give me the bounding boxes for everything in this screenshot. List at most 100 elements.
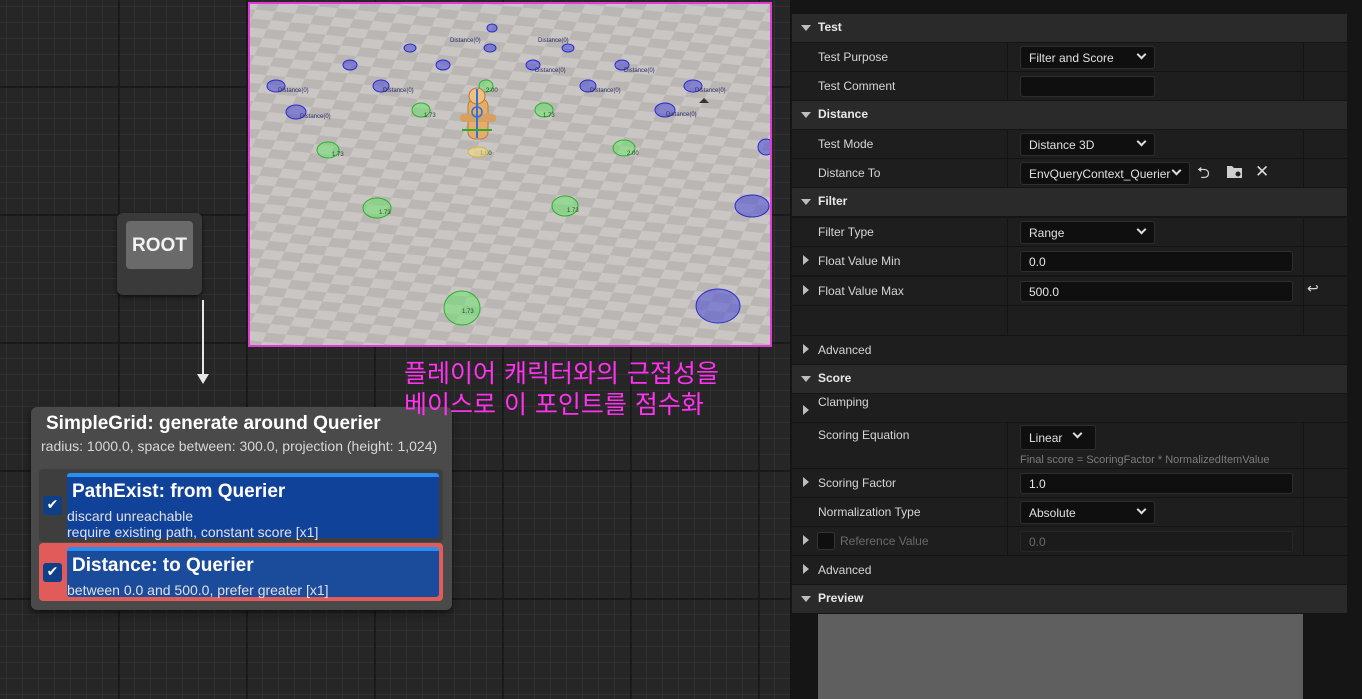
expand-arrow-icon[interactable] xyxy=(803,535,809,545)
test-description: between 0.0 and 500.0, prefer greater [x… xyxy=(67,582,329,598)
marker-label: Distance(0) xyxy=(535,68,566,74)
test-node-distance[interactable]: ✔ Distance: to Querier between 0.0 and 5… xyxy=(39,543,443,601)
score-label: 1.73 xyxy=(462,309,474,315)
prop-test-mode: Test Mode Distance 3D xyxy=(792,130,1347,159)
section-advanced-score[interactable]: Advanced xyxy=(792,556,1347,585)
marker-label: Distance(0) xyxy=(278,88,309,94)
test-enabled-checkbox[interactable]: ✔ xyxy=(43,496,62,515)
reference-value-checkbox[interactable] xyxy=(817,532,835,550)
prop-test-purpose: Test Purpose Filter and Score xyxy=(792,43,1347,72)
score-label: 2.00 xyxy=(486,88,498,94)
clear-x-icon[interactable]: ✕ xyxy=(1255,162,1269,182)
test-comment-input[interactable] xyxy=(1020,76,1155,97)
connection-arrow-icon xyxy=(197,374,209,384)
marker-label: Distance(0) xyxy=(538,38,569,44)
collapse-arrow-icon[interactable] xyxy=(801,376,811,382)
prop-label: Test Purpose xyxy=(818,50,889,64)
float-min-input[interactable]: 0.0 xyxy=(1020,251,1293,272)
chevron-down-icon xyxy=(1171,165,1182,176)
back-arrow-icon[interactable]: ⮌ xyxy=(1197,162,1210,189)
score-preview-graph xyxy=(818,614,1303,699)
preview-viewport[interactable]: Distance(0) Distance(0) Distance(0) Dist… xyxy=(248,2,772,347)
distance-to-dropdown[interactable]: EnvQueryContext_Querier xyxy=(1020,162,1190,185)
prop-label: Float Value Max xyxy=(818,284,904,298)
prop-test-comment: Test Comment xyxy=(792,72,1347,101)
section-distance[interactable]: Distance xyxy=(792,101,1347,130)
prop-float-max: Float Value Max 500.0 ↩ xyxy=(792,277,1347,306)
connection-wire xyxy=(202,300,204,376)
checkmark-icon: ✔ xyxy=(46,564,59,580)
generator-title: SimpleGrid: generate around Querier xyxy=(46,413,381,434)
prop-scoring-factor: Scoring Factor 1.0 xyxy=(792,469,1347,498)
annotation-line: 베이스로 이 포인트를 점수화 xyxy=(404,390,704,419)
generator-subtitle: radius: 1000.0, space between: 300.0, pr… xyxy=(41,438,438,454)
prop-label: Filter Type xyxy=(818,225,874,239)
section-label: Score xyxy=(818,371,852,385)
section-label: Distance xyxy=(818,107,869,121)
test-node-body[interactable]: PathExist: from Querier discard unreacha… xyxy=(67,473,439,540)
dropdown-value: Linear xyxy=(1029,431,1063,445)
prop-label: Distance To xyxy=(818,166,881,180)
chevron-down-icon xyxy=(1136,49,1147,60)
collapse-arrow-icon[interactable] xyxy=(801,25,811,31)
test-mode-dropdown[interactable]: Distance 3D xyxy=(1020,133,1155,156)
dropdown-value: Absolute xyxy=(1029,506,1076,520)
prop-label: Scoring Equation xyxy=(818,428,910,442)
test-purpose-dropdown[interactable]: Filter and Score xyxy=(1020,46,1155,69)
dropdown-value: Filter and Score xyxy=(1029,51,1114,65)
scoring-factor-input[interactable]: 1.0 xyxy=(1020,473,1293,494)
marker-label: Distance(0) xyxy=(383,88,414,94)
marker-label: Distance(0) xyxy=(450,38,481,44)
prop-label: Float Value Min xyxy=(818,254,901,268)
expand-arrow-icon[interactable] xyxy=(803,255,809,265)
prop-label: Test Mode xyxy=(818,137,874,151)
empty-row xyxy=(792,306,1347,336)
collapse-arrow-icon[interactable] xyxy=(801,112,811,118)
prop-label: Reference Value xyxy=(840,534,929,548)
expand-arrow-icon[interactable] xyxy=(803,477,809,487)
viewport-scene: Distance(0) Distance(0) Distance(0) Dist… xyxy=(250,4,770,345)
test-node-pathexist[interactable]: ✔ PathExist: from Querier discard unreac… xyxy=(39,469,443,542)
marker-label: Distance(0) xyxy=(666,112,697,118)
reset-arrow-icon[interactable]: ↩ xyxy=(1307,281,1319,297)
prop-distance-to: Distance To EnvQueryContext_Querier ⮌ ✕ xyxy=(792,159,1347,188)
browse-folder-icon[interactable] xyxy=(1226,163,1243,183)
prop-label: Scoring Factor xyxy=(818,476,897,490)
collapse-arrow-icon[interactable] xyxy=(801,596,811,602)
float-max-input[interactable]: 500.0 xyxy=(1020,281,1293,302)
section-label: Filter xyxy=(818,194,848,208)
chevron-down-icon xyxy=(1136,504,1147,515)
collapse-arrow-icon[interactable] xyxy=(801,199,811,205)
section-label: Test xyxy=(818,20,842,34)
section-preview[interactable]: Preview xyxy=(792,585,1347,614)
expand-arrow-icon[interactable] xyxy=(803,405,809,415)
prop-label: Test Comment xyxy=(818,79,896,93)
prop-normalization-type: Normalization Type Absolute xyxy=(792,498,1347,527)
root-node[interactable]: ROOT xyxy=(117,213,202,295)
dropdown-value: Distance 3D xyxy=(1029,138,1095,152)
annotation-line: 플레이어 캐릭터와의 근접성을 xyxy=(404,359,719,388)
prop-label: Clamping xyxy=(818,395,869,409)
score-label: 1.73 xyxy=(567,208,579,214)
score-label: 1.73 xyxy=(424,113,436,119)
dropdown-value: EnvQueryContext_Querier xyxy=(1029,167,1171,181)
scoring-equation-dropdown[interactable]: Linear xyxy=(1020,425,1096,450)
generator-node[interactable]: SimpleGrid: generate around Querier radi… xyxy=(31,407,452,610)
expand-arrow-icon[interactable] xyxy=(803,564,809,574)
expand-arrow-icon[interactable] xyxy=(803,344,809,354)
expand-arrow-icon[interactable] xyxy=(803,285,809,295)
section-filter[interactable]: Filter xyxy=(792,188,1347,217)
reference-value-input: 0.0 xyxy=(1020,531,1293,552)
test-title: PathExist: from Querier xyxy=(72,481,286,502)
section-label: Advanced xyxy=(818,563,872,577)
section-score[interactable]: Score xyxy=(792,365,1347,394)
prop-label: Normalization Type xyxy=(818,505,921,519)
prop-float-min: Float Value Min 0.0 xyxy=(792,247,1347,276)
prop-clamping: Clamping xyxy=(792,394,1347,423)
section-advanced-filter[interactable]: Advanced xyxy=(792,336,1347,365)
section-test[interactable]: Test xyxy=(792,14,1347,43)
test-enabled-checkbox[interactable]: ✔ xyxy=(43,563,62,582)
test-node-body[interactable]: Distance: to Querier between 0.0 and 500… xyxy=(67,547,439,598)
normalization-type-dropdown[interactable]: Absolute xyxy=(1020,501,1155,524)
filter-type-dropdown[interactable]: Range xyxy=(1020,221,1155,244)
